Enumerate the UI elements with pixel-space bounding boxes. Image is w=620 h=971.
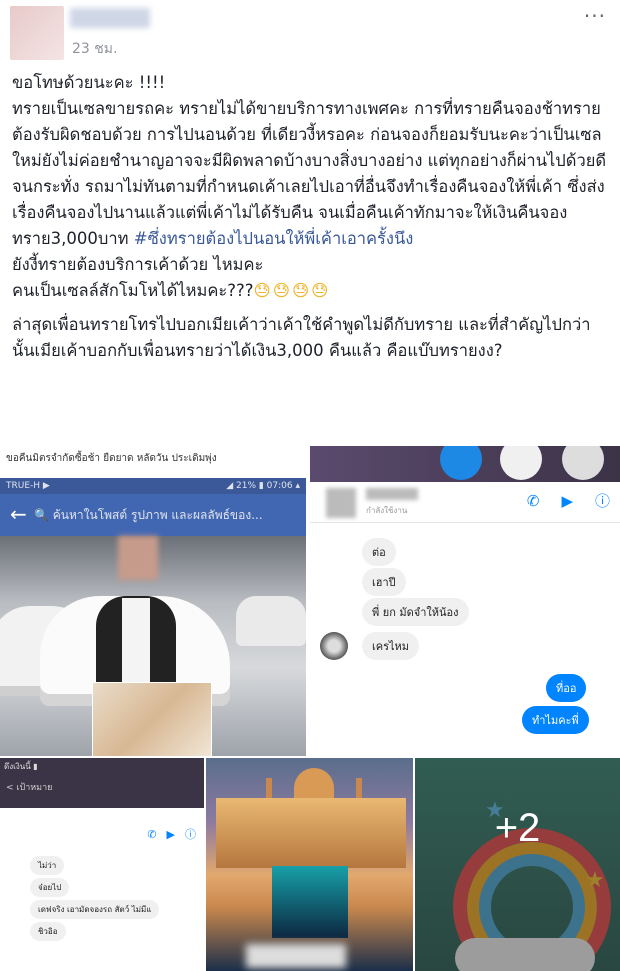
post-line-3: ยังงี้ทรายต้องบริการเค้าด้วย ไหมคะ (12, 255, 264, 274)
sweat-emoji-icons: 😓😓😓😓 (253, 281, 331, 300)
incoming-message: ต่อ (362, 538, 396, 566)
info-icon: ⓘ (594, 492, 610, 510)
parliament-building (216, 798, 406, 868)
post-timestamp[interactable]: 23 ชม. (72, 38, 117, 60)
messenger-top-strip (310, 446, 620, 482)
phone-icon: ✆ (526, 492, 540, 510)
messenger-bubble-icon (440, 446, 482, 480)
author-avatar[interactable] (10, 6, 64, 60)
more-options-icon[interactable]: ··· (584, 4, 606, 28)
incoming-message: ไม่ว่า (30, 856, 65, 875)
incoming-message: พี่ ยก มัดจำให้น้อง (362, 598, 469, 626)
incoming-message: เดฟจริง เอามัดจองรถ สัตว์ ไม่มีแ (30, 900, 160, 919)
car-shape (236, 596, 306, 646)
search-bar: ← 🔍 ค้นหาในโพสต์ รูปภาพ และผลลัพธ์ของ... (0, 494, 306, 536)
photo-grid: ขอคืนมิตรจำกัดซื้อช้า ยืดยาด หลัดวัน ประ… (0, 446, 620, 971)
car-thumb-icon (562, 446, 604, 480)
video-icon: ▶ (561, 492, 573, 510)
search-input-placeholder: 🔍 ค้นหาในโพสต์ รูปภาพ และผลลัพธ์ของ... (34, 508, 263, 522)
status-right: ◢ 21% ▮ 07:06 ▴ (226, 481, 300, 491)
contact-name-blurred (366, 488, 418, 500)
post-paragraph-1-text: ทรายเป็นเซลขายรถคะ ทรายไม่ได้ขายบริการทา… (12, 99, 607, 248)
info-icon: ⓘ (185, 828, 196, 841)
post-header: 23 ชม. ··· (0, 0, 620, 68)
hashtag-link[interactable]: #ซึ่งทรายต้องไปนอนให้พี่เค้าเอาครั้งนึง (134, 229, 414, 248)
post-body: ขอโทษด้วยนะคะ !!!! ทรายเป็นเซลขายรถคะ ทร… (12, 70, 612, 364)
phone-status-bar: TRUE-H ▶ ◢ 21% ▮ 07:06 ▴ (0, 478, 306, 494)
chat-header: กำลังใช้งาน ✆ ▶ ⓘ (310, 482, 620, 523)
small-status-bar: ดึงเงินนี้ ▮ (4, 762, 38, 771)
small-back-label: < เป้าหมาย (6, 783, 53, 793)
phone-icon: ✆ (147, 828, 157, 841)
incoming-message: ชิวอิอ (30, 922, 66, 941)
outgoing-message: ที่ออ (546, 674, 587, 702)
photo-tile-more[interactable]: ★ ★ +2 (415, 758, 620, 971)
post-paragraph-2: ล่าสุดเพื่อนทรายโทรไปบอกเมียเค้าว่าเค้าใ… (12, 315, 591, 360)
more-overlay (415, 758, 620, 971)
sender-avatar (320, 632, 348, 660)
author-name-blurred[interactable] (70, 8, 150, 28)
messenger-bubble-icon (500, 446, 542, 480)
incoming-message: เครไหม (362, 632, 420, 660)
incoming-message: เฮาปี (362, 568, 406, 596)
small-chat-top: ดึงเงินนี้ ▮ < เป้าหมาย (0, 758, 204, 808)
photo-caption: ขอคืนมิตรจำกัดซื้อช้า ยืดยาด หลัดวัน ประ… (6, 453, 217, 464)
blurred-area (246, 944, 346, 968)
photo-tile-building[interactable] (206, 758, 413, 971)
photo-tile-small-chat[interactable]: ดึงเงินนี้ ▮ < เป้าหมาย ✆ ▶ ⓘ ไม่ว่า จ๋อยไ… (0, 758, 204, 971)
small-header-icons: ✆ ▶ ⓘ (137, 826, 196, 842)
photo-tile-search-screenshot[interactable]: ขอคืนมิตรจำกัดซื้อช้า ยืดยาด หลัดวัน ประ… (0, 446, 306, 756)
post-line-4: คนเป็นเซลล์สักโมโหได้ไหมคะ???😓😓😓😓 (12, 278, 612, 304)
photo-tile-messenger-chat[interactable]: กำลังใช้งาน ✆ ▶ ⓘ ต่อ เฮาปี พี่ ยก มัดจำให… (310, 446, 620, 756)
post-paragraph-1: ทรายเป็นเซลขายรถคะ ทรายไม่ได้ขายบริการทา… (12, 96, 612, 252)
video-icon: ▶ (166, 828, 175, 841)
carrier-label: TRUE-H ▶ (6, 481, 50, 491)
incoming-message: จ๋อยไป (30, 878, 70, 897)
back-arrow-icon: ← (10, 502, 27, 526)
thumbnail-image (272, 866, 348, 938)
post-line-1: ขอโทษด้วยนะคะ !!!! (12, 73, 166, 92)
blurred-face (118, 536, 158, 580)
small-chat-header: ✆ ▶ ⓘ (0, 822, 204, 848)
contact-status: กำลังใช้งาน (366, 506, 408, 515)
contact-avatar-blurred (326, 488, 356, 518)
post-line-4-text: คนเป็นเซลล์สักโมโหได้ไหมคะ??? (12, 281, 254, 300)
outgoing-message: ทำไมคะพี่ (522, 706, 589, 734)
chat-header-icons: ✆ ▶ ⓘ (505, 490, 610, 511)
inset-photo (92, 682, 212, 756)
more-photos-count[interactable]: +2 (415, 806, 620, 851)
